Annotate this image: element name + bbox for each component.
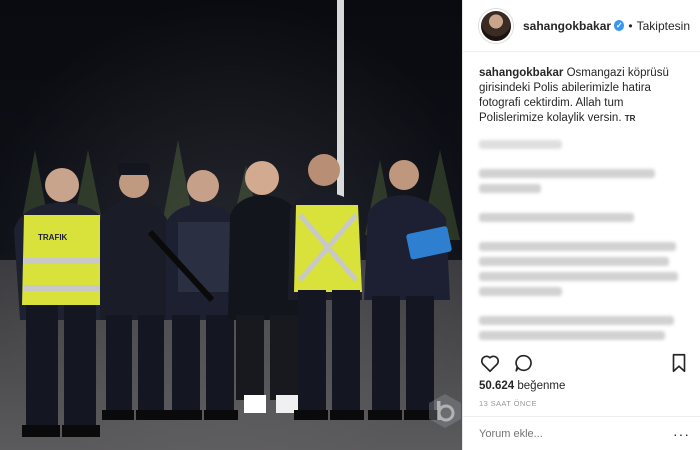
verified-badge-icon: ✓: [614, 20, 625, 31]
blurred-comment: [479, 213, 635, 222]
post-caption: sahangokbakar Osmangazi köprüsü girisind…: [479, 66, 686, 126]
site-watermark-icon: [426, 392, 464, 430]
header-username[interactable]: sahangokbakar: [523, 19, 611, 33]
likes-number: 50.624: [479, 380, 515, 392]
group-photo-illustration: TRAFIK: [0, 0, 462, 450]
likes-label: beğenme: [517, 380, 566, 392]
add-comment-bar: ···: [463, 416, 700, 450]
blurred-comment: [479, 316, 674, 325]
separator-dot: •: [628, 18, 633, 33]
blurred-comment: [479, 287, 562, 296]
heart-icon[interactable]: [479, 352, 501, 374]
comment-input[interactable]: [479, 427, 673, 440]
blurred-comment: [479, 140, 562, 149]
blurred-comment: [479, 242, 676, 251]
comment-bubble-icon[interactable]: [513, 352, 535, 374]
post-photo[interactable]: TRAFIK: [0, 0, 462, 450]
caption-language: TR: [624, 114, 636, 123]
blurred-comment: [479, 184, 542, 193]
likes-count[interactable]: 50.624 beğenme: [479, 380, 565, 392]
caption-username[interactable]: sahangokbakar: [479, 67, 563, 79]
vest-label: TRAFIK: [38, 233, 68, 242]
blurred-comment: [479, 169, 655, 178]
post-timestamp[interactable]: 13 SAAT ÖNCE: [479, 399, 537, 408]
blurred-comment: [479, 257, 670, 266]
follow-status-button[interactable]: Takiptesin: [637, 19, 690, 33]
avatar[interactable]: [479, 8, 513, 43]
blurred-comment: [479, 331, 666, 340]
post-actions-bar: [479, 350, 690, 376]
blurred-comment: [479, 272, 678, 281]
comments-list[interactable]: sahangokbakar Osmangazi köprüsü girisind…: [463, 52, 700, 342]
post-side-panel: sahangokbakar ✓ • Takiptesin sahangokbak…: [462, 0, 700, 450]
post-header: sahangokbakar ✓ • Takiptesin: [463, 0, 700, 52]
more-options-icon[interactable]: ···: [673, 426, 690, 442]
bookmark-icon[interactable]: [668, 352, 690, 374]
